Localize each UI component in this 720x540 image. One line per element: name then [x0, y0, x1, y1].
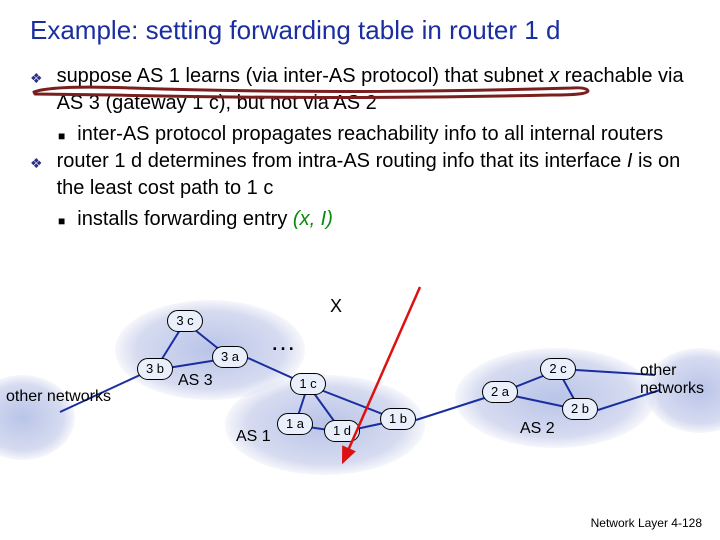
router-2b: 2 b	[562, 398, 598, 420]
other-networks-left: other networks	[6, 388, 111, 406]
router-1b: 1 b	[380, 408, 416, 430]
diamond-bullet-icon: ❖	[30, 154, 43, 202]
router-3c: 3 c	[167, 310, 203, 332]
router-1c: 1 c	[290, 373, 326, 395]
bullet-text: suppose AS 1 learns (via inter-AS protoc…	[57, 63, 690, 117]
sub-bullet-text: inter-AS protocol propagates reachabilit…	[77, 121, 663, 148]
router-3a: 3 a	[212, 346, 248, 368]
router-2c: 2 c	[540, 358, 576, 380]
bullet-text: router 1 d determines from intra-AS rout…	[57, 148, 690, 202]
network-diagram: 3 c 3 b 3 a 1 c 1 a 1 d 1 b 2 a 2 c 2 b …	[0, 320, 720, 520]
as1-label: AS 1	[236, 428, 271, 446]
sub-bullet-item: ■ inter-AS protocol propagates reachabil…	[58, 121, 690, 148]
bullet-item: ❖ router 1 d determines from intra-AS ro…	[30, 148, 690, 202]
sub-bullet-item: ■ installs forwarding entry (x, I)	[58, 206, 690, 233]
square-bullet-icon: ■	[58, 128, 65, 148]
router-1a: 1 a	[277, 413, 313, 435]
router-2a: 2 a	[482, 381, 518, 403]
other-networks-right: other networks	[640, 362, 720, 398]
content-block: ❖ suppose AS 1 learns (via inter-AS prot…	[0, 51, 720, 233]
as2-label: AS 2	[520, 420, 555, 438]
as3-label: AS 3	[178, 372, 213, 390]
diamond-bullet-icon: ❖	[30, 69, 43, 117]
page-title: Example: setting forwarding table in rou…	[0, 0, 720, 51]
router-1d: 1 d	[324, 420, 360, 442]
subnet-x-label: X	[330, 296, 342, 317]
ellipsis-icon: …	[270, 326, 303, 357]
square-bullet-icon: ■	[58, 213, 65, 233]
router-3b: 3 b	[137, 358, 173, 380]
sub-bullet-text: installs forwarding entry (x, I)	[77, 206, 333, 233]
network-links	[0, 320, 720, 520]
bullet-item: ❖ suppose AS 1 learns (via inter-AS prot…	[30, 63, 690, 117]
